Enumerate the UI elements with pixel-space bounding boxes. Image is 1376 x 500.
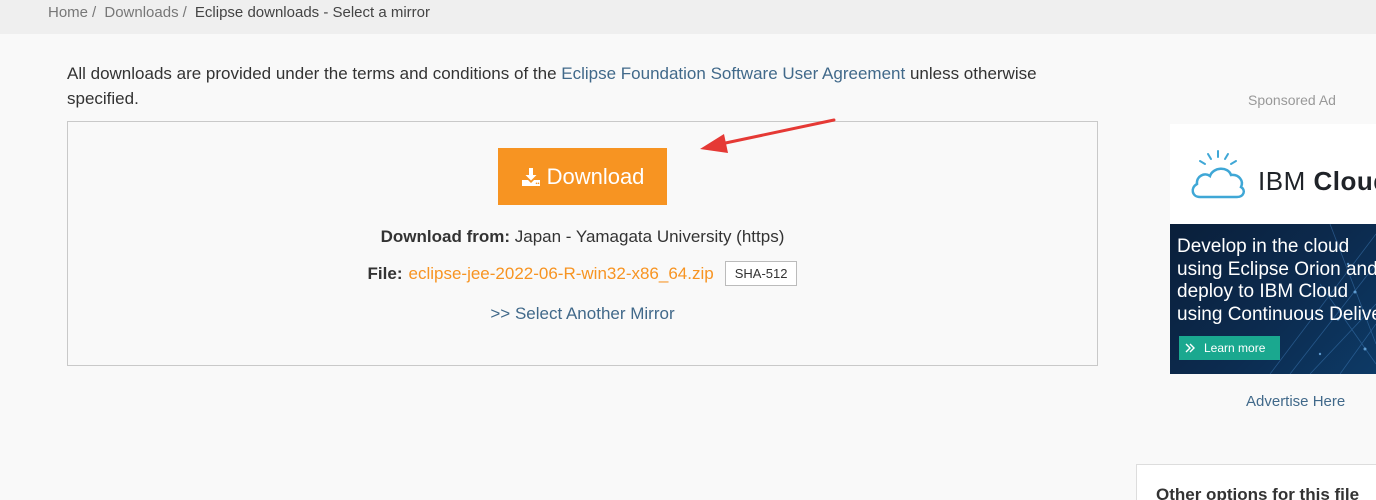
- ad-copy-line: deploy to IBM Cloud: [1177, 281, 1349, 302]
- breadcrumb-separator: /: [182, 4, 187, 21]
- red-arrow-annotation: [700, 118, 836, 153]
- ad-brand-cloud: Cloud: [1313, 166, 1376, 196]
- ad-copy: Develop in the cloud using Eclipse Orion…: [1177, 236, 1376, 326]
- file-link[interactable]: eclipse-jee-2022-06-R-win32-x86_64.zip: [408, 264, 713, 284]
- user-agreement-link[interactable]: Eclipse Foundation Software User Agreeme…: [561, 64, 905, 83]
- other-options-title: Other options for this file: [1156, 485, 1360, 500]
- download-from-value: Japan - Yamagata University (https): [514, 227, 785, 246]
- advertise-here-link[interactable]: Advertise Here: [1246, 393, 1345, 410]
- ad-body: Develop in the cloud using Eclipse Orion…: [1170, 224, 1376, 374]
- download-button-label: Download: [546, 163, 645, 189]
- learn-more-button[interactable]: Learn more: [1179, 336, 1280, 360]
- advertise-here: Advertise Here: [1246, 393, 1345, 410]
- ad-copy-line: using Eclipse Orion and: [1177, 258, 1376, 280]
- double-chevron-right-icon: [1185, 343, 1195, 353]
- terms-prefix: All downloads are provided under the ter…: [67, 64, 562, 83]
- download-from-label: Download from:: [380, 227, 511, 246]
- download-button[interactable]: Download: [498, 148, 667, 205]
- breadcrumb-current: Eclipse downloads - Select a mirror: [194, 4, 431, 21]
- sha512-button[interactable]: SHA-512: [724, 261, 798, 286]
- ad-header: IBM Cloud: [1170, 124, 1376, 224]
- ibm-cloud-logo-icon: [1191, 150, 1246, 199]
- sponsored-ad[interactable]: IBM Cloud Develop in the cloud: [1170, 124, 1376, 374]
- sponsored-label: Sponsored Ad: [1248, 92, 1336, 108]
- file-info: File: eclipse-jee-2022-06-R-win32-x86_64…: [67, 261, 1098, 286]
- ad-brand-ibm: IBM: [1258, 166, 1306, 196]
- breadcrumb: Home / Downloads / Eclipse downloads - Sel…: [48, 4, 430, 21]
- download-icon: [521, 167, 540, 186]
- ad-brand: IBM Cloud: [1258, 166, 1376, 197]
- another-mirror: >> Select Another Mirror: [67, 304, 1098, 324]
- breadcrumb-downloads[interactable]: Downloads: [104, 4, 178, 21]
- select-another-mirror-link[interactable]: >> Select Another Mirror: [490, 304, 674, 323]
- ad-copy-line: Develop in the cloud: [1177, 236, 1350, 257]
- breadcrumb-separator: /: [92, 4, 97, 21]
- breadcrumb-home[interactable]: Home: [48, 4, 88, 21]
- learn-more-label: Learn more: [1204, 341, 1266, 355]
- file-label: File:: [367, 263, 403, 283]
- terms-notice: All downloads are provided under the ter…: [67, 61, 1107, 111]
- breadcrumb-bar: Home / Downloads / Eclipse downloads - Sel…: [0, 0, 1376, 34]
- download-source: Download from: Japan - Yamagata Universi…: [67, 226, 1098, 248]
- ad-copy-line: using Continuous Delivery: [1177, 303, 1376, 325]
- other-options-panel: Other options for this file: [1136, 464, 1376, 500]
